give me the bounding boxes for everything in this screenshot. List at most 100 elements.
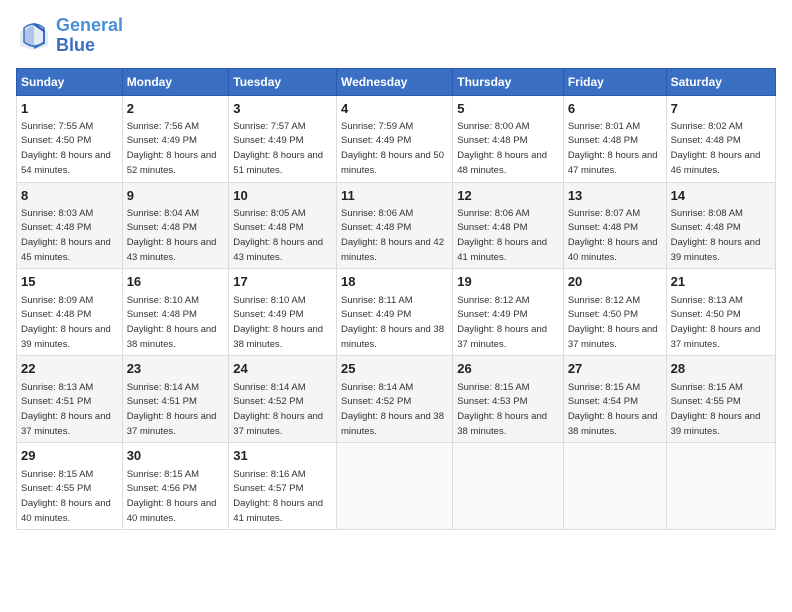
daylight-info: Daylight: 8 hours and 39 minutes. <box>671 237 761 263</box>
calendar-cell: 25 Sunrise: 8:14 AM Sunset: 4:52 PM Dayl… <box>337 356 453 443</box>
sunset-info: Sunset: 4:53 PM <box>457 396 527 407</box>
day-number: 19 <box>457 273 559 291</box>
day-number: 28 <box>671 360 771 378</box>
page-container: General Blue SundayMondayTuesdayWednesda… <box>0 0 792 538</box>
daylight-info: Daylight: 8 hours and 37 minutes. <box>21 411 111 437</box>
day-number: 7 <box>671 100 771 118</box>
calendar-cell: 10 Sunrise: 8:05 AM Sunset: 4:48 PM Dayl… <box>229 182 337 269</box>
calendar-cell: 26 Sunrise: 8:15 AM Sunset: 4:53 PM Dayl… <box>453 356 564 443</box>
sunrise-info: Sunrise: 8:11 AM <box>341 295 413 306</box>
daylight-info: Daylight: 8 hours and 38 minutes. <box>341 324 444 350</box>
calendar-cell: 23 Sunrise: 8:14 AM Sunset: 4:51 PM Dayl… <box>122 356 229 443</box>
day-of-week-header: Tuesday <box>229 68 337 95</box>
sunset-info: Sunset: 4:57 PM <box>233 483 303 494</box>
calendar-cell: 2 Sunrise: 7:56 AM Sunset: 4:49 PM Dayli… <box>122 95 229 182</box>
daylight-info: Daylight: 8 hours and 43 minutes. <box>127 237 217 263</box>
calendar-cell: 13 Sunrise: 8:07 AM Sunset: 4:48 PM Dayl… <box>563 182 666 269</box>
sunrise-info: Sunrise: 8:14 AM <box>233 382 305 393</box>
calendar-table: SundayMondayTuesdayWednesdayThursdayFrid… <box>16 68 776 531</box>
daylight-info: Daylight: 8 hours and 45 minutes. <box>21 237 111 263</box>
calendar-cell: 21 Sunrise: 8:13 AM Sunset: 4:50 PM Dayl… <box>666 269 775 356</box>
day-number: 9 <box>127 187 225 205</box>
sunset-info: Sunset: 4:55 PM <box>21 483 91 494</box>
calendar-cell: 4 Sunrise: 7:59 AM Sunset: 4:49 PM Dayli… <box>337 95 453 182</box>
day-number: 10 <box>233 187 332 205</box>
daylight-info: Daylight: 8 hours and 47 minutes. <box>568 150 658 176</box>
daylight-info: Daylight: 8 hours and 40 minutes. <box>568 237 658 263</box>
daylight-info: Daylight: 8 hours and 38 minutes. <box>127 324 217 350</box>
sunset-info: Sunset: 4:49 PM <box>233 135 303 146</box>
sunset-info: Sunset: 4:49 PM <box>127 135 197 146</box>
sunset-info: Sunset: 4:48 PM <box>568 222 638 233</box>
calendar-cell: 29 Sunrise: 8:15 AM Sunset: 4:55 PM Dayl… <box>17 443 123 530</box>
daylight-info: Daylight: 8 hours and 41 minutes. <box>233 498 323 524</box>
daylight-info: Daylight: 8 hours and 43 minutes. <box>233 237 323 263</box>
day-number: 8 <box>21 187 118 205</box>
daylight-info: Daylight: 8 hours and 37 minutes. <box>127 411 217 437</box>
sunrise-info: Sunrise: 8:14 AM <box>127 382 199 393</box>
sunset-info: Sunset: 4:48 PM <box>233 222 303 233</box>
day-number: 15 <box>21 273 118 291</box>
sunset-info: Sunset: 4:48 PM <box>457 135 527 146</box>
sunrise-info: Sunrise: 8:15 AM <box>568 382 640 393</box>
calendar-cell: 18 Sunrise: 8:11 AM Sunset: 4:49 PM Dayl… <box>337 269 453 356</box>
sunset-info: Sunset: 4:50 PM <box>568 309 638 320</box>
calendar-cell: 1 Sunrise: 7:55 AM Sunset: 4:50 PM Dayli… <box>17 95 123 182</box>
daylight-info: Daylight: 8 hours and 38 minutes. <box>457 411 547 437</box>
day-number: 2 <box>127 100 225 118</box>
day-number: 30 <box>127 447 225 465</box>
day-number: 23 <box>127 360 225 378</box>
sunrise-info: Sunrise: 8:10 AM <box>127 295 199 306</box>
sunset-info: Sunset: 4:56 PM <box>127 483 197 494</box>
sunrise-info: Sunrise: 8:04 AM <box>127 208 199 219</box>
daylight-info: Daylight: 8 hours and 40 minutes. <box>127 498 217 524</box>
sunset-info: Sunset: 4:49 PM <box>457 309 527 320</box>
day-of-week-header: Wednesday <box>337 68 453 95</box>
day-number: 31 <box>233 447 332 465</box>
day-number: 26 <box>457 360 559 378</box>
day-number: 3 <box>233 100 332 118</box>
sunrise-info: Sunrise: 8:00 AM <box>457 121 529 132</box>
daylight-info: Daylight: 8 hours and 41 minutes. <box>457 237 547 263</box>
sunset-info: Sunset: 4:52 PM <box>233 396 303 407</box>
day-number: 29 <box>21 447 118 465</box>
sunrise-info: Sunrise: 8:06 AM <box>457 208 529 219</box>
sunrise-info: Sunrise: 8:09 AM <box>21 295 93 306</box>
calendar-cell: 19 Sunrise: 8:12 AM Sunset: 4:49 PM Dayl… <box>453 269 564 356</box>
sunset-info: Sunset: 4:49 PM <box>233 309 303 320</box>
calendar-cell: 28 Sunrise: 8:15 AM Sunset: 4:55 PM Dayl… <box>666 356 775 443</box>
calendar-header-row: SundayMondayTuesdayWednesdayThursdayFrid… <box>17 68 776 95</box>
day-of-week-header: Saturday <box>666 68 775 95</box>
calendar-cell: 16 Sunrise: 8:10 AM Sunset: 4:48 PM Dayl… <box>122 269 229 356</box>
logo: General Blue <box>16 16 123 56</box>
sunset-info: Sunset: 4:48 PM <box>127 222 197 233</box>
sunset-info: Sunset: 4:48 PM <box>21 309 91 320</box>
day-number: 17 <box>233 273 332 291</box>
daylight-info: Daylight: 8 hours and 37 minutes. <box>457 324 547 350</box>
day-number: 20 <box>568 273 662 291</box>
day-number: 16 <box>127 273 225 291</box>
sunrise-info: Sunrise: 8:15 AM <box>21 469 93 480</box>
day-number: 13 <box>568 187 662 205</box>
sunset-info: Sunset: 4:48 PM <box>457 222 527 233</box>
sunrise-info: Sunrise: 8:06 AM <box>341 208 413 219</box>
sunset-info: Sunset: 4:48 PM <box>568 135 638 146</box>
page-header: General Blue <box>16 16 776 56</box>
daylight-info: Daylight: 8 hours and 52 minutes. <box>127 150 217 176</box>
sunrise-info: Sunrise: 8:13 AM <box>21 382 93 393</box>
daylight-info: Daylight: 8 hours and 51 minutes. <box>233 150 323 176</box>
sunrise-info: Sunrise: 8:12 AM <box>568 295 640 306</box>
calendar-cell: 24 Sunrise: 8:14 AM Sunset: 4:52 PM Dayl… <box>229 356 337 443</box>
calendar-cell: 15 Sunrise: 8:09 AM Sunset: 4:48 PM Dayl… <box>17 269 123 356</box>
sunset-info: Sunset: 4:51 PM <box>21 396 91 407</box>
calendar-cell: 14 Sunrise: 8:08 AM Sunset: 4:48 PM Dayl… <box>666 182 775 269</box>
day-number: 6 <box>568 100 662 118</box>
sunset-info: Sunset: 4:50 PM <box>21 135 91 146</box>
daylight-info: Daylight: 8 hours and 39 minutes. <box>671 411 761 437</box>
day-of-week-header: Thursday <box>453 68 564 95</box>
sunset-info: Sunset: 4:48 PM <box>671 222 741 233</box>
calendar-cell: 9 Sunrise: 8:04 AM Sunset: 4:48 PM Dayli… <box>122 182 229 269</box>
day-number: 21 <box>671 273 771 291</box>
sunrise-info: Sunrise: 8:01 AM <box>568 121 640 132</box>
sunrise-info: Sunrise: 7:55 AM <box>21 121 93 132</box>
